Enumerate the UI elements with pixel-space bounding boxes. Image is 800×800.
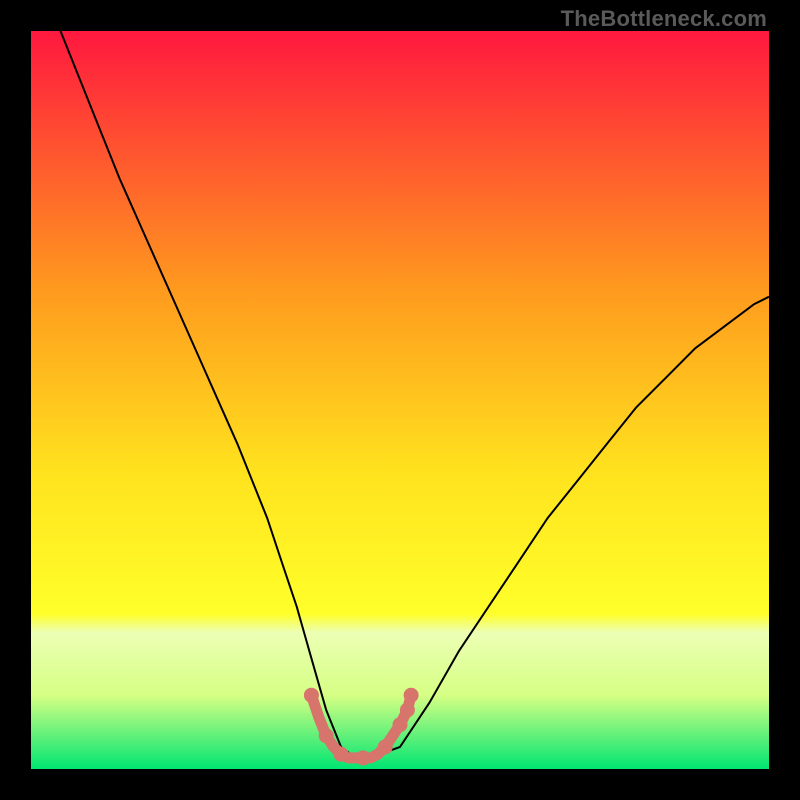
marker-dot — [378, 739, 393, 754]
marker-dot — [393, 717, 408, 732]
chart-frame: TheBottleneck.com — [0, 0, 800, 800]
gradient-background — [31, 31, 769, 769]
marker-dot — [400, 703, 415, 718]
marker-dot — [404, 688, 419, 703]
marker-dot — [334, 747, 349, 762]
plot-area — [31, 31, 769, 769]
marker-dot — [356, 750, 371, 765]
marker-dot — [319, 728, 334, 743]
marker-dot — [304, 688, 319, 703]
watermark-text: TheBottleneck.com — [561, 6, 767, 32]
chart-svg — [31, 31, 769, 769]
